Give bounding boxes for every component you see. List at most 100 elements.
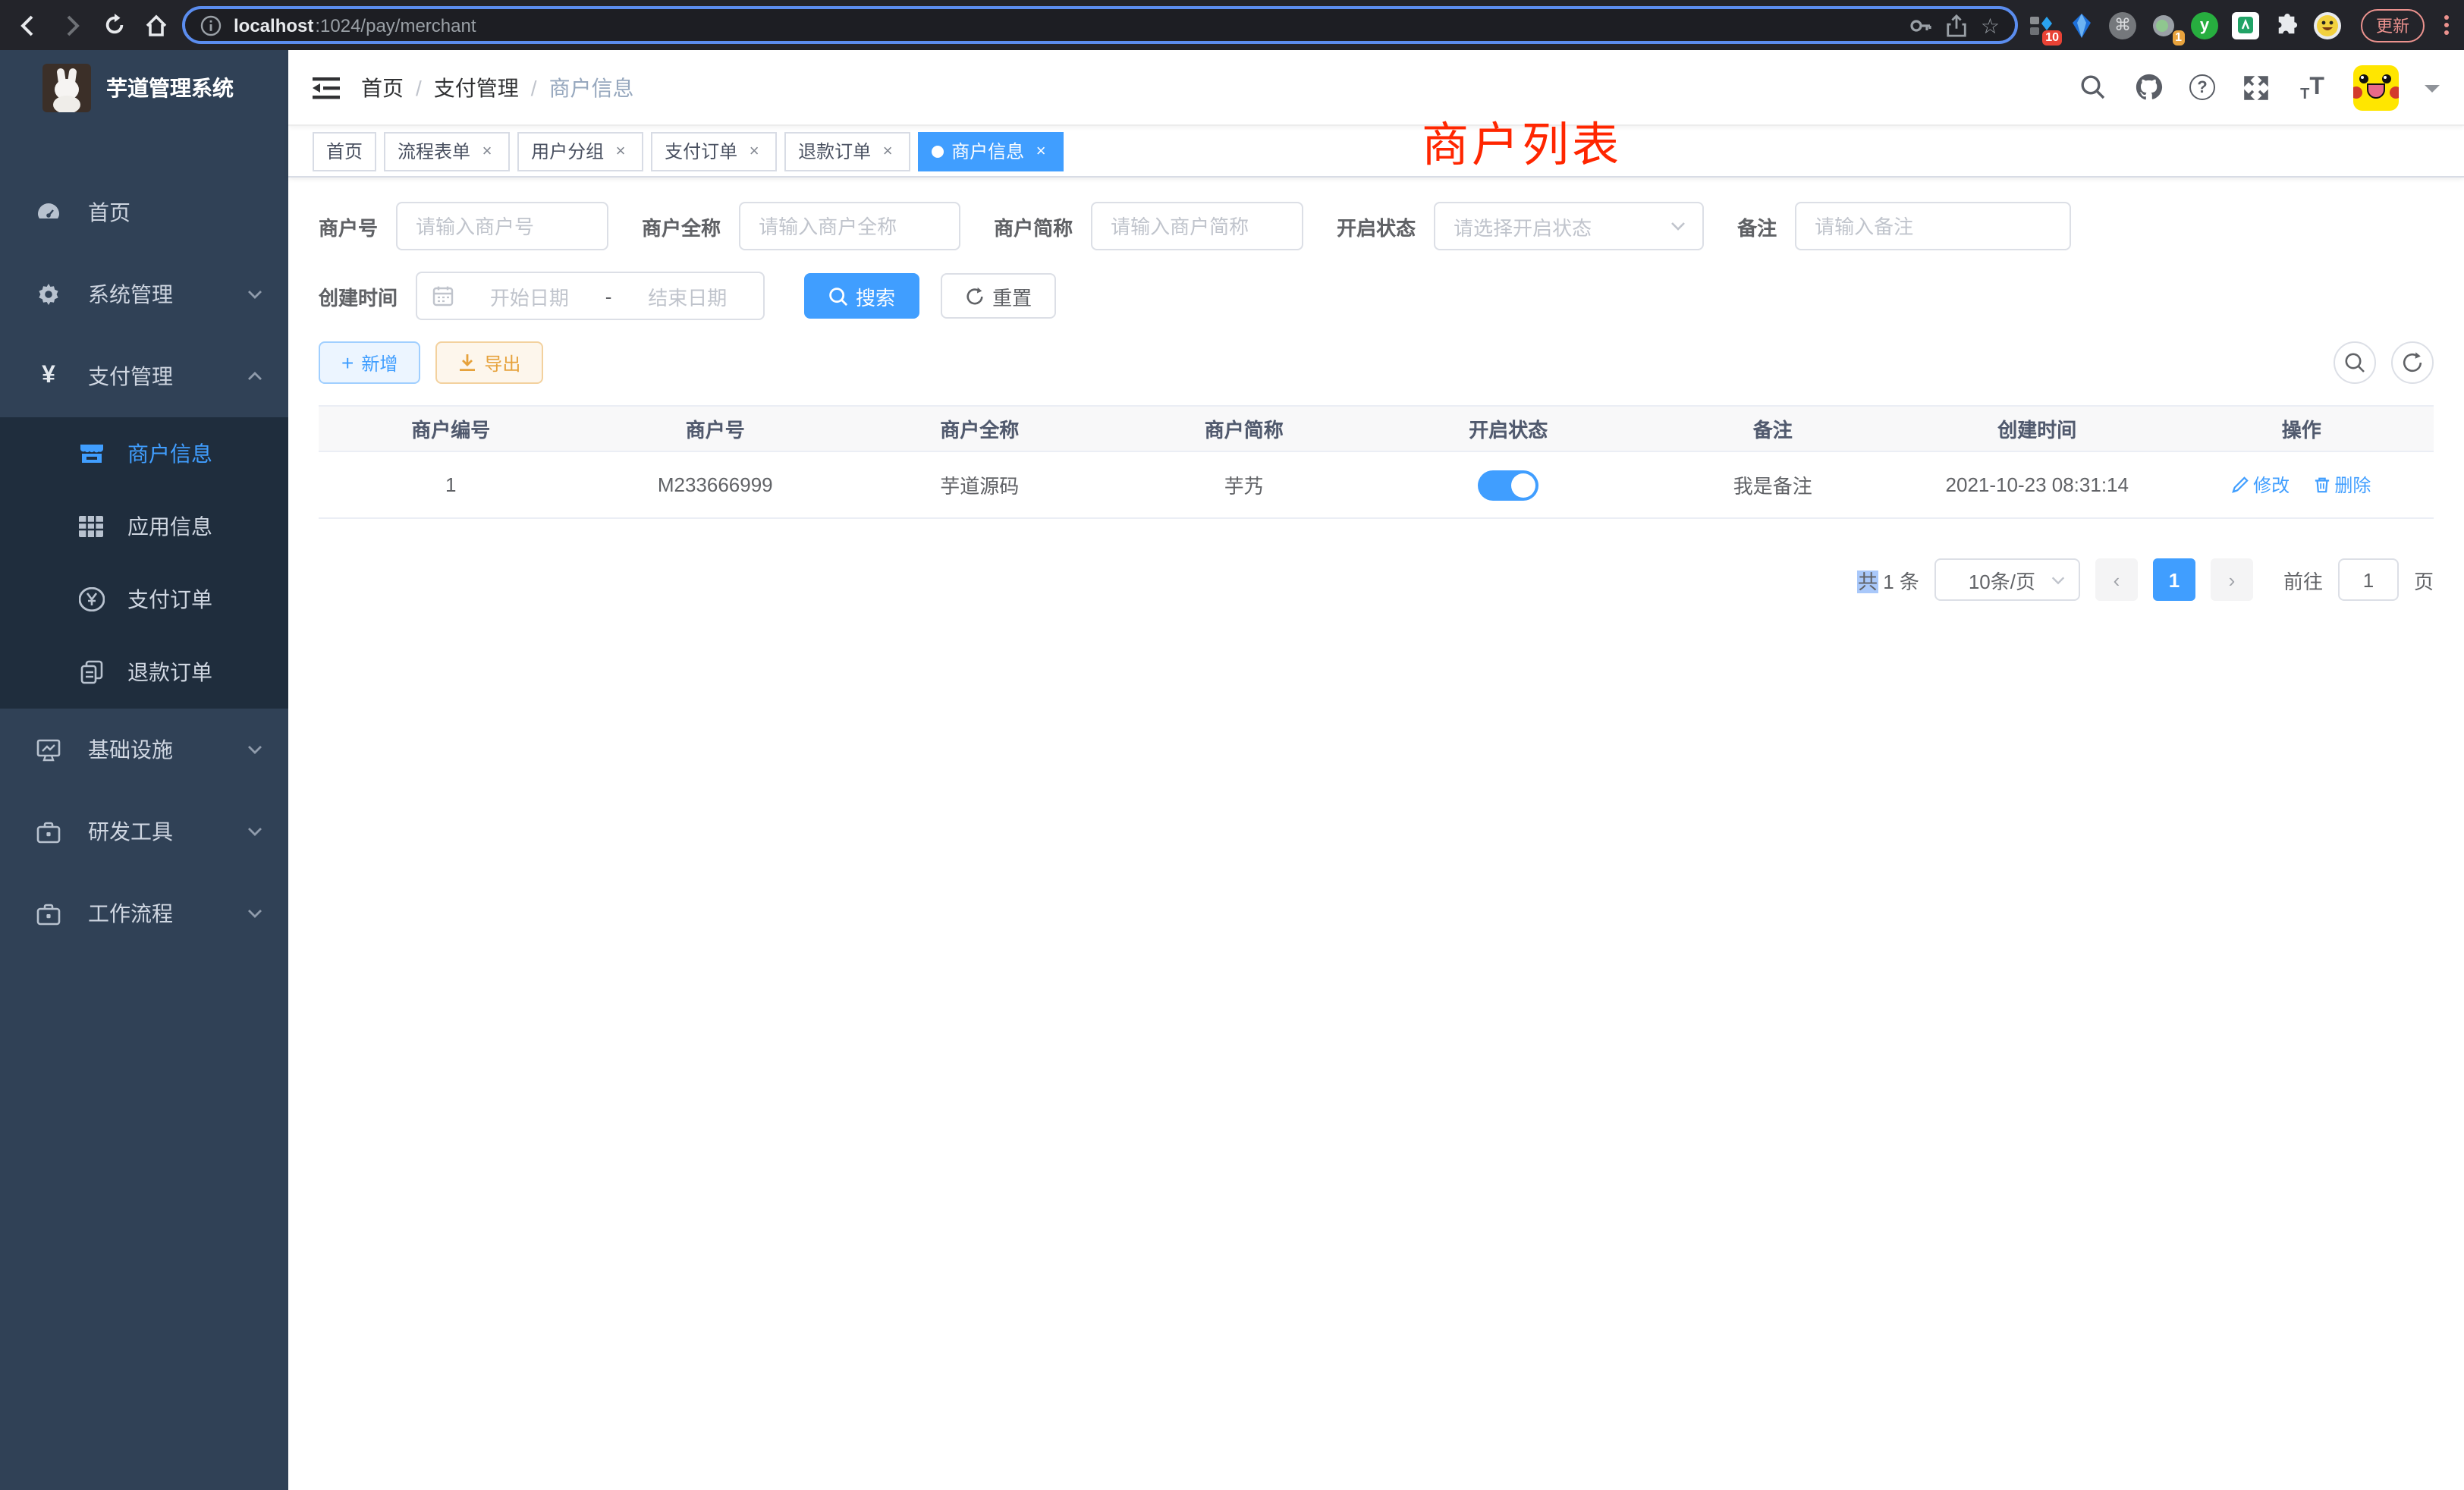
- fullscreen-icon[interactable]: [2241, 72, 2271, 102]
- font-size-icon[interactable]: TT: [2297, 72, 2327, 102]
- coin-yen-icon: [73, 587, 109, 611]
- refresh-table-button[interactable]: [2391, 341, 2434, 384]
- forward-icon[interactable]: [55, 8, 88, 42]
- sidebar-item-app-info[interactable]: 应用信息: [0, 490, 288, 563]
- delete-button[interactable]: 删除: [2313, 472, 2371, 498]
- app-logo-row[interactable]: 芋道管理系统: [0, 50, 288, 126]
- tab-merchant-info[interactable]: 商户信息 ×: [918, 131, 1064, 171]
- close-icon[interactable]: ×: [745, 142, 763, 160]
- password-key-icon[interactable]: [1909, 13, 1934, 37]
- tab-home[interactable]: 首页: [313, 131, 376, 171]
- download-icon: [458, 354, 476, 372]
- trash-icon: [2313, 476, 2330, 493]
- breadcrumb-payment[interactable]: 支付管理: [434, 72, 519, 102]
- chevron-up-icon: [246, 367, 264, 385]
- sidebar-item-dev-tools[interactable]: 研发工具: [0, 791, 288, 872]
- create-time-range-picker[interactable]: 开始日期 - 结束日期: [416, 272, 765, 320]
- page-size-select[interactable]: 10条/页: [1934, 558, 2080, 601]
- prev-page-button[interactable]: ‹: [2095, 558, 2138, 601]
- chevron-down-icon: [246, 740, 264, 759]
- extension-tabs-icon[interactable]: 10: [2027, 11, 2054, 39]
- status-label: 开启状态: [1337, 212, 1434, 240]
- create-time-label: 创建时间: [319, 281, 416, 310]
- page-suffix: 页: [2414, 565, 2434, 594]
- back-icon[interactable]: [12, 8, 46, 42]
- sidebar-item-refund-order[interactable]: 退款订单: [0, 636, 288, 709]
- user-avatar[interactable]: [2353, 64, 2399, 110]
- sidebar-item-infra[interactable]: 基础设施: [0, 709, 288, 791]
- short-name-label: 商户简称: [994, 212, 1091, 240]
- close-icon[interactable]: ×: [478, 142, 496, 160]
- sidebar-item-merchant-info[interactable]: 商户信息: [0, 417, 288, 490]
- sidebar-item-label: 支付订单: [127, 584, 264, 615]
- col-full-name: 商户全称: [847, 406, 1112, 451]
- sidebar-collapse-icon[interactable]: [313, 75, 340, 99]
- url-host: localhost: [234, 14, 313, 36]
- tab-refund-order[interactable]: 退款订单 ×: [784, 131, 910, 171]
- status-toggle[interactable]: [1478, 470, 1538, 500]
- remark-label: 备注: [1737, 212, 1795, 240]
- export-button[interactable]: 导出: [435, 341, 543, 384]
- extension-y-icon[interactable]: y: [2191, 11, 2218, 39]
- yen-icon: ¥: [30, 363, 67, 390]
- toolbox-icon: [30, 820, 67, 843]
- remark-input[interactable]: [1795, 202, 2071, 250]
- breadcrumb-home[interactable]: 首页: [361, 72, 404, 102]
- breadcrumb-separator: /: [531, 75, 537, 99]
- tab-pay-order[interactable]: 支付订单 ×: [651, 131, 777, 171]
- sidebar-item-pay-order[interactable]: 支付订单: [0, 563, 288, 636]
- full-name-input[interactable]: [739, 202, 960, 250]
- merchant-no-input[interactable]: [396, 202, 608, 250]
- browser-menu-icon[interactable]: [2444, 15, 2449, 35]
- goto-page-input[interactable]: [2338, 558, 2399, 601]
- chevron-down-icon: [1669, 217, 1687, 235]
- sidebar-item-system[interactable]: 系统管理: [0, 253, 288, 335]
- share-icon[interactable]: [1946, 13, 1969, 37]
- navbar-actions: ? TT: [2077, 64, 2440, 110]
- sidebar-item-label: 首页: [88, 197, 264, 228]
- browser-update-button[interactable]: 更新: [2361, 8, 2425, 42]
- extensions-puzzle-icon[interactable]: [2273, 11, 2300, 39]
- extension-gem-icon[interactable]: [2068, 11, 2095, 39]
- help-icon[interactable]: ?: [2189, 74, 2215, 100]
- extension-recorder-icon[interactable]: 1: [2150, 11, 2177, 39]
- col-short-name: 商户简称: [1112, 406, 1377, 451]
- reset-button[interactable]: 重置: [941, 273, 1056, 319]
- payment-submenu: 商户信息 应用信息 支付订单: [0, 417, 288, 709]
- chevron-down-icon: [246, 822, 264, 841]
- site-info-icon[interactable]: [200, 14, 222, 36]
- search-button[interactable]: 搜索: [804, 273, 919, 319]
- close-icon[interactable]: ×: [878, 142, 897, 160]
- home-icon[interactable]: [140, 8, 173, 42]
- col-merchant-no: 商户号: [583, 406, 848, 451]
- screen: localhost :1024/pay/merchant ☆ 10 ⌘ 1: [0, 0, 2464, 1490]
- tab-process-form[interactable]: 流程表单 ×: [384, 131, 510, 171]
- sidebar-item-home[interactable]: 首页: [0, 171, 288, 253]
- sidebar-item-payment[interactable]: ¥ 支付管理: [0, 335, 288, 417]
- search-icon: [2344, 352, 2365, 373]
- reload-icon[interactable]: [97, 8, 130, 42]
- extension-cmd-icon[interactable]: ⌘: [2109, 11, 2136, 39]
- close-icon[interactable]: ×: [611, 142, 630, 160]
- edit-button[interactable]: 修改: [2232, 472, 2290, 498]
- show-search-toggle-button[interactable]: [2334, 341, 2376, 384]
- dashboard-icon: [30, 200, 67, 225]
- sidebar-item-label: 系统管理: [88, 279, 246, 310]
- github-icon[interactable]: [2133, 72, 2164, 102]
- tab-user-group[interactable]: 用户分组 ×: [517, 131, 643, 171]
- profile-avatar-icon[interactable]: [2314, 11, 2341, 39]
- close-icon[interactable]: ×: [1032, 142, 1050, 160]
- short-name-input[interactable]: [1091, 202, 1303, 250]
- page-content: 商户号 商户全称 商户简称 开启状态 请选择开启状态: [288, 178, 2464, 1490]
- status-select[interactable]: 请选择开启状态: [1434, 202, 1704, 250]
- extension-notes-icon[interactable]: [2232, 11, 2259, 39]
- next-page-button[interactable]: ›: [2211, 558, 2253, 601]
- cell-status: [1376, 451, 1641, 518]
- add-button[interactable]: + 新增: [319, 341, 420, 384]
- page-1-button[interactable]: 1: [2153, 558, 2195, 601]
- address-bar[interactable]: localhost :1024/pay/merchant ☆: [182, 6, 2018, 44]
- bookmark-star-icon[interactable]: ☆: [1981, 14, 2000, 36]
- sidebar-item-workflow[interactable]: 工作流程: [0, 872, 288, 954]
- user-menu-caret-icon[interactable]: [2425, 84, 2440, 99]
- search-icon[interactable]: [2077, 72, 2107, 102]
